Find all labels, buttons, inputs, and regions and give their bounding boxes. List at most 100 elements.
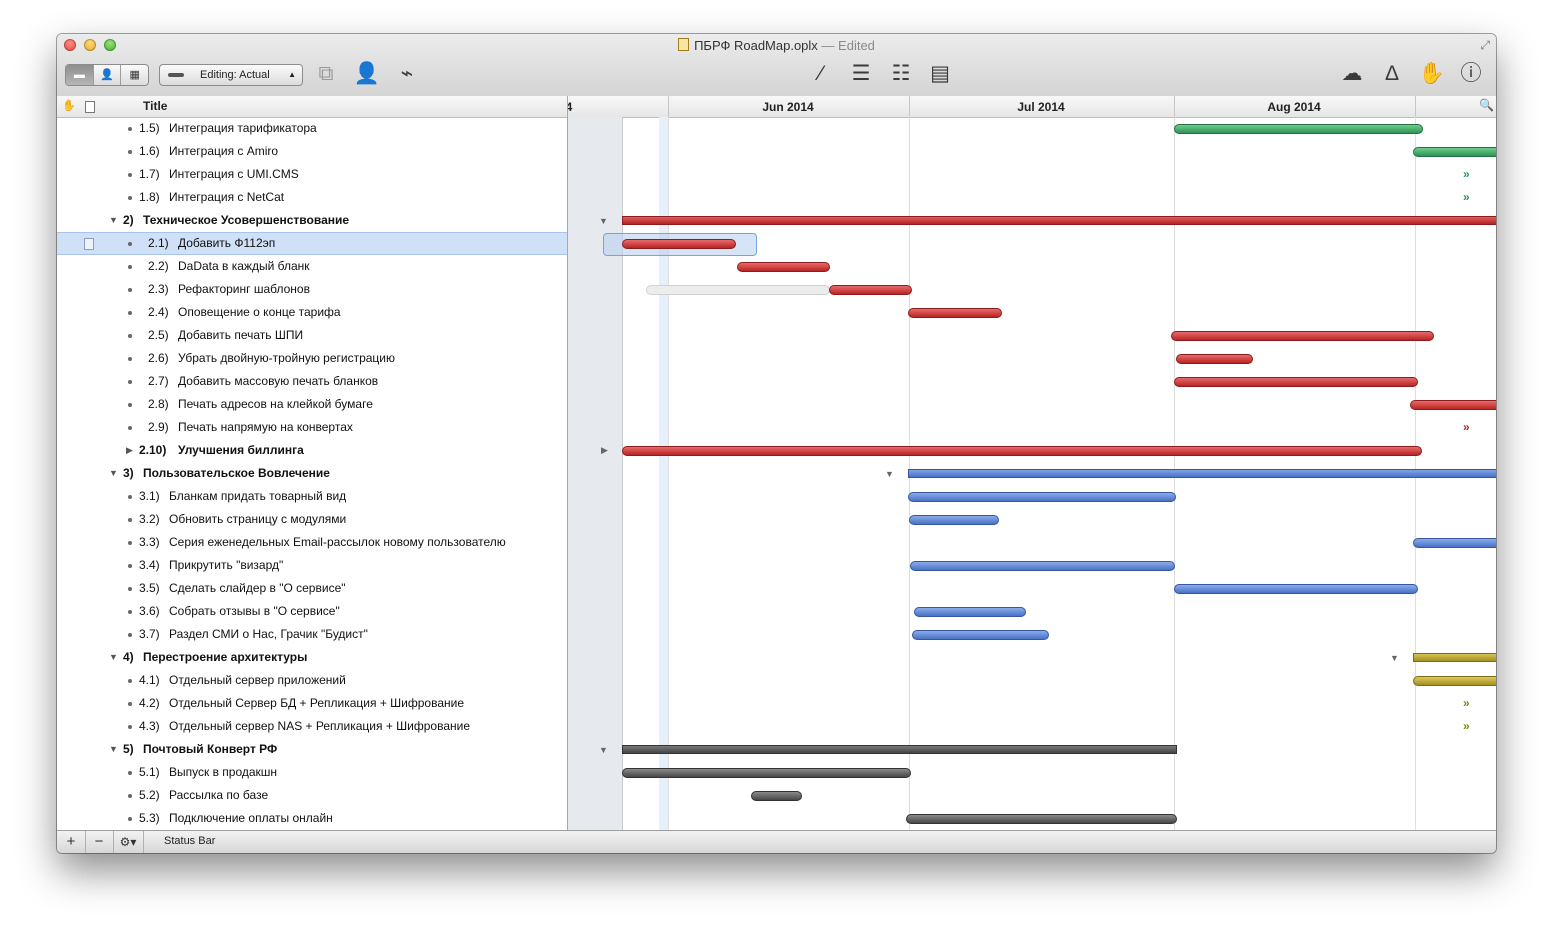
group-collapse-icon[interactable]: ▼ [599,745,608,755]
task-bar[interactable] [909,515,999,525]
outline-row[interactable]: 4.3) Отдельный сервер NAS + Репликация + … [57,715,567,738]
group-bar[interactable] [908,469,1496,478]
resource-view-button[interactable]: 👤 [94,65,122,85]
task-bar[interactable] [908,492,1176,502]
publish-cloud-icon[interactable]: ☁ [1336,62,1368,86]
disclosure-closed-icon[interactable]: ▶ [126,439,133,462]
outline-row[interactable]: 3.3) Серия еженедельных Email-рассылок но… [57,531,567,554]
row-bullet [128,794,132,798]
outline-row[interactable]: 1.8) Интеграция с NetCat [57,186,567,209]
connect-tasks-icon[interactable]: ⧉ [311,62,341,86]
offscreen-arrow-icon[interactable]: » [1463,719,1470,733]
outline-row[interactable]: 3.5) Сделать слайдер в "О сервисе" [57,577,567,600]
resources-icon[interactable]: 👤 [353,62,381,86]
editing-mode-popup[interactable]: Editing: Actual ▲ [159,64,303,86]
outline-row[interactable]: 2.9) Печать напрямую на конвертах [57,416,567,439]
note-icon[interactable] [84,238,94,250]
group-collapse-icon[interactable]: ▼ [885,469,894,479]
title-column-header[interactable]: Title [143,99,167,113]
report-icon[interactable]: ▤ [925,62,955,86]
outline-row[interactable]: 3.1) Бланкам придать товарный вид [57,485,567,508]
task-bar[interactable] [1413,147,1496,157]
task-bar[interactable] [1176,354,1253,364]
outline-group-row[interactable]: ▼ 4) Перестроение архитектуры [57,646,567,669]
gantt-pane[interactable]: 4 Jun 2014 Jul 2014 Aug 2014 🔍 » » ▼ » ▶… [568,96,1496,830]
remove-row-button[interactable]: − [85,831,114,853]
disclosure-open-icon[interactable]: ▼ [109,462,118,485]
group-collapse-icon[interactable]: ▼ [599,216,608,226]
info-icon[interactable]: ⓘ [1457,62,1485,86]
outline-row[interactable]: 1.6) Интеграция с Amiro [57,140,567,163]
note-column-icon[interactable] [85,101,95,113]
task-bar[interactable] [1413,538,1496,548]
outline-row[interactable]: 2.3) Рефакторинг шаблонов [57,278,567,301]
outline-row[interactable]: 2.4) Оповещение о конце тарифа [57,301,567,324]
stop-hand-icon[interactable]: ✋ [1418,62,1446,86]
outline-group-row[interactable]: ▼ 5) Почтовый Конверт РФ [57,738,567,761]
offscreen-arrow-icon[interactable]: » [1463,420,1470,434]
outline-row[interactable]: 2.2) DaData в каждый бланк [57,255,567,278]
outline-row[interactable]: 2.7) Добавить массовую печать бланков [57,370,567,393]
group-bar[interactable] [622,745,1177,754]
outline-row[interactable]: 5.1) Выпуск в продакшн [57,761,567,784]
outline-row[interactable]: 2.5) Добавить печать ШПИ [57,324,567,347]
outline-row[interactable]: 2.8) Печать адресов на клейкой бумаге [57,393,567,416]
zoom-magnifier-icon[interactable]: 🔍 [1479,98,1494,112]
split-icon[interactable]: ☰ [845,62,877,86]
task-bar[interactable] [1171,331,1434,341]
task-bar[interactable] [737,262,830,272]
task-bar[interactable] [1410,400,1496,410]
outline-row[interactable]: 4.2) Отдельный Сервер БД + Репликация + Ш… [57,692,567,715]
outline-row[interactable]: 3.4) Прикрутить "визард" [57,554,567,577]
disclosure-open-icon[interactable]: ▼ [109,738,118,761]
group-bar[interactable] [622,216,1496,225]
add-row-button[interactable]: + [57,831,86,853]
offscreen-arrow-icon[interactable]: » [1463,190,1470,204]
task-view-button[interactable]: ▬ [66,65,94,85]
task-bar[interactable] [914,607,1026,617]
fullscreen-icon[interactable]: ⤢ [1480,38,1490,53]
level-icon[interactable]: ⁄ [807,62,835,86]
outline-row[interactable]: 5.2) Рассылка по базе [57,784,567,807]
view-mode-segmented-control[interactable]: ▬ 👤 ▦ [65,64,149,86]
outline-row[interactable]: 3.7) Раздел СМИ о Нас, Грачик "Будист" [57,623,567,646]
task-bar[interactable] [1174,377,1418,387]
task-bar[interactable] [829,285,912,295]
merge-icon[interactable]: ☷ [885,62,917,86]
offscreen-arrow-icon[interactable]: » [1463,167,1470,181]
outline-group-row[interactable]: ▶ 2.10) Улучшения биллинга [57,439,567,462]
group-collapse-icon[interactable]: ▼ [1390,653,1399,663]
task-bar[interactable] [622,239,736,249]
task-bar[interactable] [622,768,911,778]
hand-column-icon[interactable]: ✋ [62,99,76,112]
task-bar[interactable] [908,308,1002,318]
outline-group-row[interactable]: ▼ 2) Техническое Усовершенствование [57,209,567,232]
outline-row[interactable]: 1.5) Интеграция тарификатора [57,117,567,140]
task-bar[interactable] [906,814,1177,824]
group-bar[interactable] [1413,653,1496,662]
task-bar[interactable] [751,791,802,801]
group-expand-icon[interactable]: ▶ [601,445,608,456]
network-view-button[interactable]: ▦ [121,65,148,85]
task-bar[interactable] [912,630,1049,640]
outline-row[interactable]: 1.7) Интеграция с UMI.CMS [57,163,567,186]
task-bar[interactable] [1413,676,1496,686]
outline-row[interactable]: 5.3) Подключение оплаты онлайн [57,807,567,830]
task-bar[interactable] [1174,124,1423,134]
task-bar[interactable] [910,561,1175,571]
inspector-a-icon[interactable]: Δ [1379,62,1405,86]
outline-row[interactable]: 3.2) Обновить страницу с модулями [57,508,567,531]
task-bar[interactable] [1174,584,1418,594]
outline-row[interactable]: 4.1) Отдельный сервер приложений [57,669,567,692]
outline-group-row[interactable]: ▼ 3) Пользовательское Вовлечение [57,462,567,485]
outline-row[interactable]: 2.6) Убрать двойную-тройную регистрацию [57,347,567,370]
task-bar[interactable] [622,446,1422,456]
offscreen-arrow-icon[interactable]: » [1463,696,1470,710]
disclosure-open-icon[interactable]: ▼ [109,646,118,669]
row-title: Отдельный Сервер БД + Репликация + Шифро… [169,696,464,710]
gear-menu-button[interactable]: ⚙▾ [113,831,144,853]
outline-row-selected[interactable]: 2.1) Добавить Ф112эп [57,232,567,255]
baseline-icon[interactable]: ⌁ [393,62,421,86]
outline-row[interactable]: 3.6) Собрать отзывы в "О сервисе" [57,600,567,623]
disclosure-open-icon[interactable]: ▼ [109,209,118,232]
